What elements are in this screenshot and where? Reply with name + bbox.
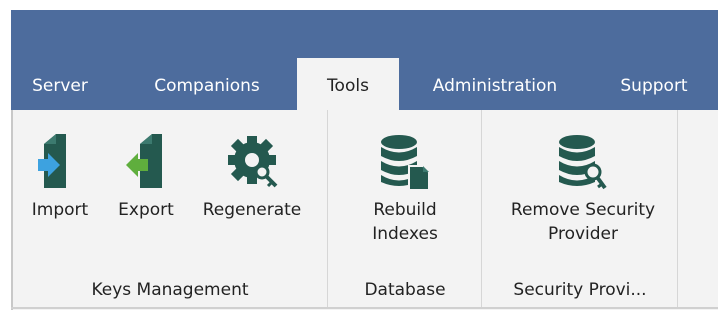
group-separator bbox=[677, 110, 678, 308]
regenerate-label: Regenerate bbox=[202, 200, 302, 220]
export-label: Export bbox=[118, 200, 174, 220]
import-label: Import bbox=[31, 200, 89, 220]
app-window: Server Companions Tools Administration S… bbox=[11, 10, 718, 310]
remove-security-provider-button[interactable]: Remove Security Provider bbox=[485, 134, 681, 246]
export-key-icon bbox=[126, 134, 162, 188]
import-key-icon bbox=[38, 134, 66, 188]
ribbon-panel: Import Export Regenerate Keys Management… bbox=[11, 110, 718, 310]
rebuild-indexes-button[interactable]: Rebuild Indexes bbox=[331, 134, 479, 246]
ribbon-bottom-border bbox=[11, 307, 718, 309]
group-label-keys-management: Keys Management bbox=[91, 280, 249, 300]
tab-administration[interactable]: Administration bbox=[417, 58, 573, 110]
remove-security-provider-label: Remove Security Provider bbox=[510, 200, 656, 244]
group-label-database: Database bbox=[364, 280, 446, 300]
database-key-icon bbox=[559, 135, 607, 190]
rebuild-indexes-label: Rebuild Indexes bbox=[372, 200, 438, 244]
group-label-security-provider: Security Provi... bbox=[513, 280, 647, 300]
tab-tools[interactable]: Tools bbox=[297, 58, 399, 110]
database-rebuild-icon bbox=[381, 135, 430, 190]
group-separator bbox=[481, 110, 482, 308]
ribbon-tab-bar: Server Companions Tools Administration S… bbox=[11, 58, 718, 110]
import-button[interactable]: Import bbox=[19, 134, 101, 222]
group-separator bbox=[327, 110, 328, 308]
export-button[interactable]: Export bbox=[107, 134, 185, 222]
tab-companions[interactable]: Companions bbox=[139, 58, 275, 110]
tab-server[interactable]: Server bbox=[19, 58, 101, 110]
tab-support[interactable]: Support bbox=[604, 58, 704, 110]
regenerate-gear-key-icon bbox=[228, 136, 278, 188]
regenerate-button[interactable]: Regenerate bbox=[193, 134, 311, 222]
